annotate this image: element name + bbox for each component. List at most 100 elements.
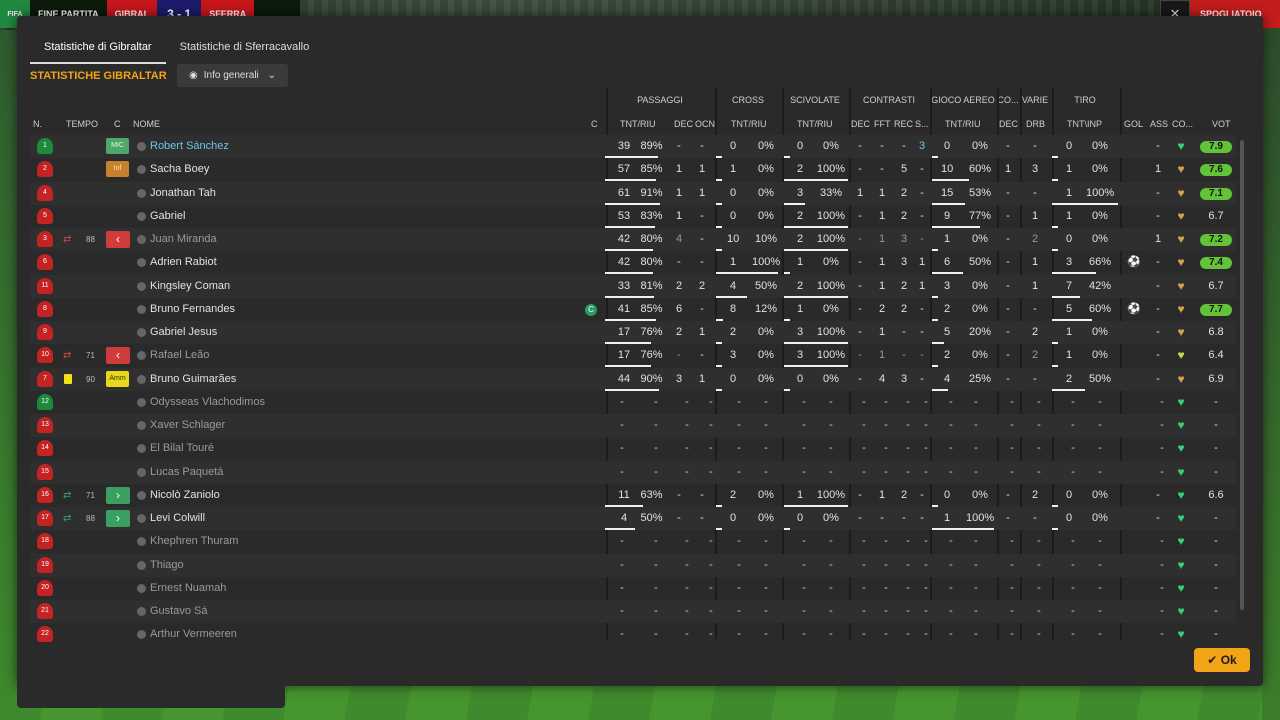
- stat-co: -: [1006, 280, 1010, 292]
- table-row[interactable]: 9 Gabriel Jesus 17 76% 2 1 2 0% 3 100% -1- -5 20% -2 1…: [30, 321, 1236, 344]
- table-row[interactable]: 19 Thiago - - - - - - - - - - - - - - - - - - - ♥ -: [30, 554, 1236, 577]
- player-name[interactable]: Gustavo Sá: [150, 600, 207, 623]
- player-name[interactable]: Bruno Fernandes: [150, 298, 235, 321]
- column-header-ass[interactable]: ASS: [1150, 118, 1168, 130]
- player-name[interactable]: Gabriel: [150, 205, 185, 228]
- column-header-tempo[interactable]: TEMPO: [66, 118, 98, 130]
- stat-empty: -: [906, 535, 910, 547]
- column-header-aer_tnt[interactable]: TNT/RIU: [945, 118, 981, 130]
- table-row[interactable]: 8 Bruno Fernandes C 41 85% 6-8 12% 1 0% -2 2-2 0% - -…: [30, 298, 1236, 321]
- column-header-con_s[interactable]: S...: [915, 118, 929, 130]
- player-name[interactable]: Odysseas Vlachodimos: [150, 391, 265, 414]
- table-row[interactable]: 20 Ernest Nuamah - - - - - - - - - - - - - - - - - - - ♥ -: [30, 577, 1236, 600]
- stat-passes: -: [700, 303, 704, 315]
- column-header-cap[interactable]: C: [591, 118, 598, 130]
- table-row[interactable]: 7 90 Amm Bruno Guimarães 44 90% 3 1 0 0% 0 0% -4 3-4 2…: [30, 368, 1236, 391]
- player-name[interactable]: Arthur Vermeeren: [150, 623, 237, 646]
- stat-empty: -: [802, 535, 806, 547]
- stat-passes: 1: [698, 163, 706, 175]
- tab-sferracavallo[interactable]: Statistiche di Sferracavallo: [166, 36, 324, 64]
- column-header-cross_tnt[interactable]: TNT/RIU: [731, 118, 767, 130]
- stat-empty: -: [764, 582, 768, 594]
- player-name[interactable]: Jonathan Tah: [150, 182, 216, 205]
- table-row[interactable]: 11 Kingsley Coman 33 81% 2 2 4 50% 2 100% -1 2 1 3 0% -…: [30, 275, 1236, 298]
- sub-out-button[interactable]: ‹: [106, 347, 130, 364]
- table-row[interactable]: 5 Gabriel 53 83% 1-0 0% 2 100% -1 2-9 77% -1 1 0% - ♥ 6.…: [30, 205, 1236, 228]
- table-row[interactable]: 10 ⇄ 71 ‹ Rafael Leão 17 76% - -3 0% 3 100% -1- -2 0% -…: [30, 344, 1236, 367]
- stat-duels: -: [902, 140, 906, 152]
- view-dropdown[interactable]: ◉ Info generali ⌄: [177, 64, 288, 87]
- player-name[interactable]: Gabriel Jesus: [150, 321, 217, 344]
- player-name[interactable]: Thiago: [150, 554, 184, 577]
- stat-duels: -: [880, 512, 884, 524]
- column-header-var_drb[interactable]: DRB: [1026, 118, 1045, 130]
- player-name[interactable]: El Bilal Touré: [150, 437, 214, 460]
- column-header-co_dec[interactable]: DEC: [999, 118, 1018, 130]
- stat-empty: -: [1071, 419, 1075, 431]
- stat-passes: 42: [617, 256, 631, 268]
- column-header-co2[interactable]: CO...: [1172, 118, 1193, 130]
- table-row[interactable]: 18 Khephren Thuram - - - - - - - - - - - - - - - - - - - ♥ -: [30, 530, 1236, 553]
- table-row[interactable]: 15 Lucas Paquetá - - - - - - - - - - - - - - - - - - - ♥ -: [30, 461, 1236, 484]
- table-row[interactable]: 14 El Bilal Touré - - - - - - - - - - - - - - - - - - - ♥ -: [30, 437, 1236, 460]
- player-name[interactable]: Levi Colwill: [150, 507, 205, 530]
- tab-gibraltar[interactable]: Statistiche di Gibraltar: [30, 36, 166, 64]
- stat-duels: -: [902, 326, 906, 338]
- player-name[interactable]: Ernest Nuamah: [150, 577, 226, 600]
- player-name[interactable]: Xaver Schlager: [150, 414, 225, 437]
- stat-empty: -: [764, 419, 768, 431]
- player-name[interactable]: Kingsley Coman: [150, 275, 230, 298]
- column-header-vot[interactable]: VOT: [1212, 118, 1231, 130]
- table-row[interactable]: 17 ⇄ 88 › Levi Colwill 4 50% - -0 0% 0 0% - - - -1 100% -…: [30, 507, 1236, 530]
- table-row[interactable]: 2 Inf Sacha Boey 57 85% 1 1 1 0% 2 100% - -5-10 60% 1 3…: [30, 158, 1236, 181]
- column-header-con_rec[interactable]: REC: [894, 118, 913, 130]
- sub-out-button[interactable]: ‹: [106, 231, 130, 248]
- player-name[interactable]: Rafael Leão: [150, 344, 209, 367]
- player-rating: -: [1214, 628, 1218, 640]
- table-row[interactable]: 3 ⇄ 88 ‹ Juan Miranda 42 80% 4-10 10% 2 100% -1 3-1 0…: [30, 228, 1236, 251]
- column-header-n[interactable]: N.: [33, 118, 42, 130]
- player-name[interactable]: Sacha Boey: [150, 158, 209, 181]
- stat-passes: 11: [618, 489, 630, 501]
- stat-cross: 10: [727, 233, 740, 245]
- player-name[interactable]: Lucas Paquetá: [150, 461, 223, 484]
- player-name[interactable]: Bruno Guimarães: [150, 368, 236, 391]
- table-row[interactable]: 21 Gustavo Sá - - - - - - - - - - - - - - - - - - - ♥ -: [30, 600, 1236, 623]
- table-row[interactable]: 4 Jonathan Tah 61 91% 1 1 0 0% 3 33% 1 1 2-15 53% - -1 1…: [30, 182, 1236, 205]
- stat-duels: 3: [900, 256, 908, 268]
- column-header-gol[interactable]: GOL: [1124, 118, 1143, 130]
- stat-passes: 33: [617, 280, 631, 292]
- stat-empty: -: [862, 559, 866, 571]
- column-header-tiro_tnt[interactable]: TNT\INP: [1067, 118, 1102, 130]
- table-row[interactable]: 6 Adrien Rabiot 42 80% - -1 100% 1 0% -1 3 1 6 50% -1 3…: [30, 251, 1236, 274]
- column-header-c[interactable]: C: [114, 118, 121, 130]
- sub-in-button[interactable]: ›: [106, 510, 130, 527]
- ok-button[interactable]: ✔ Ok: [1194, 648, 1250, 672]
- player-name[interactable]: Nicolò Zaniolo: [150, 484, 220, 507]
- player-name[interactable]: Robert Sánchez: [150, 135, 229, 158]
- column-header-nome[interactable]: NOME: [133, 118, 160, 130]
- table-row[interactable]: 13 Xaver Schlager - - - - - - - - - - - - - - - - - - - ♥ -: [30, 414, 1236, 437]
- person-icon: [137, 328, 146, 337]
- stat-duels: 1: [878, 210, 886, 222]
- stat-passes: 2: [675, 326, 683, 338]
- column-header-con_dec[interactable]: DEC: [851, 118, 870, 130]
- column-header-pass_ocn[interactable]: OCN: [695, 118, 715, 130]
- column-header-con_fft[interactable]: FFT: [874, 118, 891, 130]
- column-header-sciv_tnt[interactable]: TNT/RIU: [797, 118, 833, 130]
- table-row[interactable]: 16 ⇄ 71 › Nicolò Zaniolo 11 63% - -2 0% 1 100% -1 2-0…: [30, 484, 1236, 507]
- sub-in-button[interactable]: ›: [106, 487, 130, 504]
- table-row[interactable]: 12 Odysseas Vlachodimos - - - - - - - - - - - - - - - - - -…: [30, 391, 1236, 414]
- person-icon: [137, 375, 146, 384]
- player-name[interactable]: Juan Miranda: [150, 228, 217, 251]
- column-header-pass_dec[interactable]: DEC: [674, 118, 693, 130]
- scrollbar[interactable]: [1240, 140, 1244, 610]
- table-row[interactable]: 1 MIC Robert Sánchez 39 89% - -0 0% 0 0% - - -3 0 0% - -…: [30, 135, 1236, 158]
- player-name[interactable]: Adrien Rabiot: [150, 251, 217, 274]
- table-row[interactable]: 22 Arthur Vermeeren - - - - - - - - - - - - - - - - - - - ♥ -: [30, 623, 1236, 646]
- stat-assists: -: [1156, 303, 1160, 315]
- column-header-pass_tnt[interactable]: TNT/RIU: [620, 118, 656, 130]
- shirt-number-icon: 8: [37, 301, 53, 317]
- player-name[interactable]: Khephren Thuram: [150, 530, 238, 553]
- stat-cross: 0%: [758, 512, 774, 524]
